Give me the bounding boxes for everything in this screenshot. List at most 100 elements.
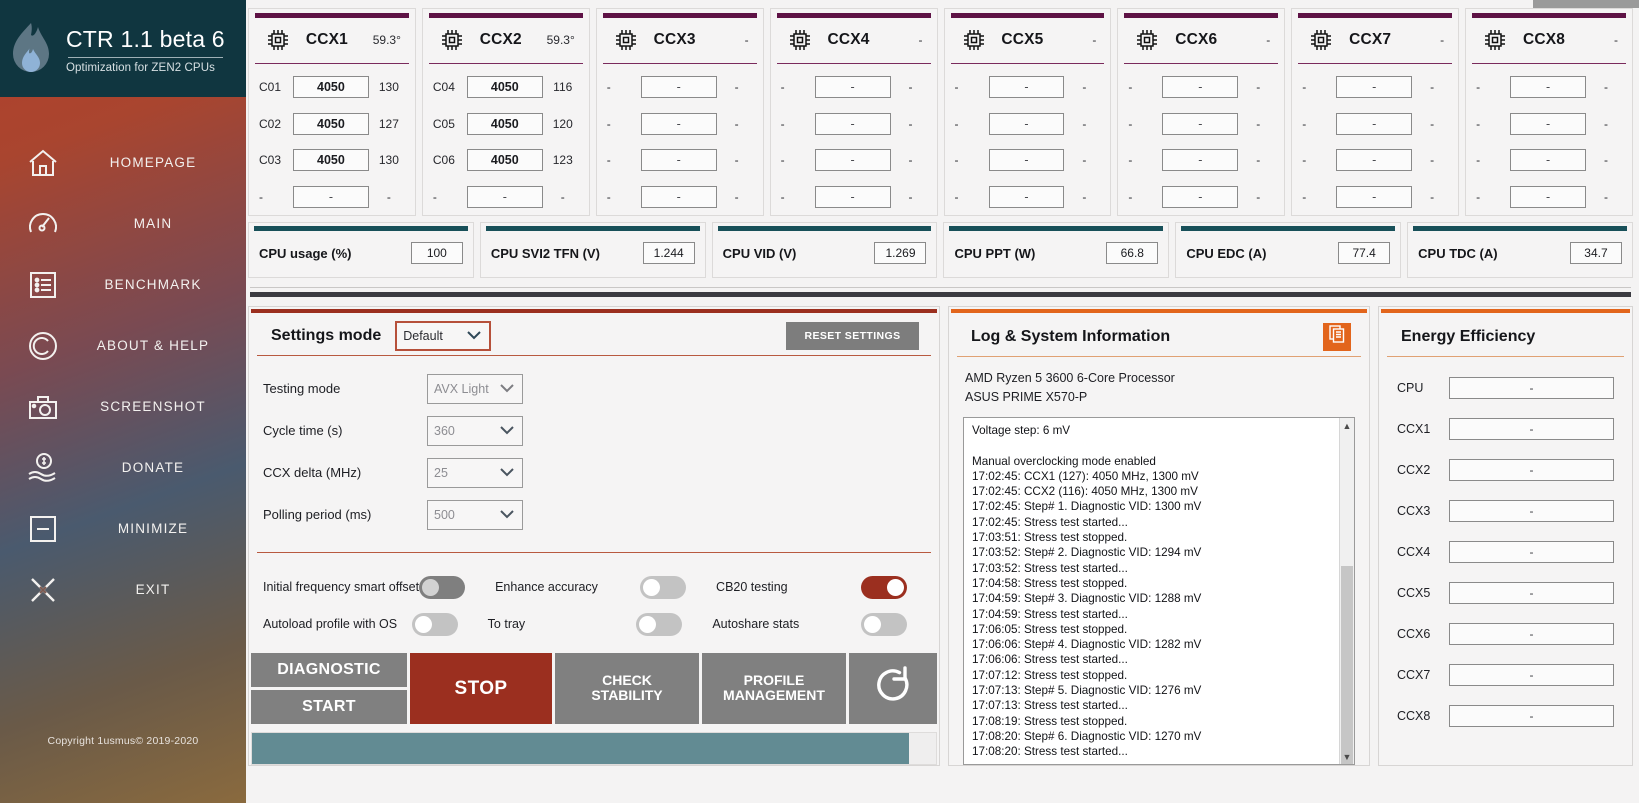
core-frequency-field[interactable]: - [814, 185, 891, 208]
toggle-autoshare-stats[interactable] [861, 612, 908, 636]
ccx-core-row: - - - [1472, 179, 1626, 216]
core-frequency-field[interactable]: 4050 [293, 76, 369, 99]
settings-mode-dropdown[interactable]: Default [395, 320, 492, 351]
ccx-core-row: - - - [951, 142, 1105, 179]
core-frequency-field[interactable]: - [1510, 76, 1586, 99]
ccx-core-row: - - - [1298, 106, 1452, 143]
core-frequency-field[interactable]: - [1510, 149, 1586, 172]
testing-mode-dropdown[interactable]: AVX Light [427, 373, 523, 404]
sidebar-item-screenshot[interactable]: SCREENSHOT [0, 376, 246, 437]
toggle-to-tray[interactable] [636, 612, 683, 636]
scroll-down-icon[interactable]: ▼ [1340, 749, 1354, 764]
core-frequency-field[interactable]: - [640, 112, 717, 135]
core-frequency-field[interactable]: 4050 [466, 112, 543, 135]
sidebar-item-benchmark[interactable]: BENCHMARK [0, 254, 246, 315]
refresh-button[interactable] [849, 652, 937, 725]
ccx-delta-dropdown[interactable]: 25 [427, 457, 523, 488]
settings-title: Settings mode [271, 326, 382, 344]
log-line: 17:07:13: Step# 5. Diagnostic VID: 1276 … [972, 684, 1202, 698]
core-frequency-field[interactable]: - [1336, 149, 1413, 172]
core-frequency-field[interactable]: - [814, 149, 891, 172]
sidebar-item-minimize[interactable]: MINIMIZE [0, 498, 246, 559]
profile-management-button[interactable]: PROFILE MANAGEMENT [702, 652, 846, 725]
exit-cross-icon [0, 575, 86, 605]
ccx-core-row: - - - [1124, 106, 1278, 143]
core-frequency-field[interactable]: - [988, 112, 1065, 135]
core-frequency-field[interactable]: - [988, 76, 1065, 99]
core-frequency-field[interactable]: - [1336, 76, 1413, 99]
toggle-initial-frequency-smart-offset[interactable] [419, 575, 466, 599]
scroll-up-icon[interactable]: ▲ [1340, 418, 1354, 433]
divider-thick-bar [250, 292, 1631, 297]
core-frequency-field[interactable]: - [1510, 112, 1586, 135]
core-frequency-field[interactable]: - [988, 149, 1065, 172]
core-frequency-field[interactable]: - [640, 76, 717, 99]
copy-log-button[interactable] [1323, 322, 1351, 351]
core-frequency-field[interactable]: - [640, 149, 717, 172]
core-frequency-field[interactable]: - [1510, 185, 1586, 208]
core-frequency-field[interactable]: - [1162, 112, 1239, 135]
refresh-icon [872, 665, 914, 712]
sidebar-item-label: EXIT [135, 582, 171, 597]
core-frequency-field[interactable]: - [988, 185, 1065, 208]
stat-accent-bar [1181, 226, 1396, 231]
diagnostic-button[interactable]: DIAGNOSTIC [251, 652, 407, 687]
home-icon [0, 148, 86, 178]
sidebar-item-main[interactable]: MAIN [0, 193, 246, 254]
ccx-card: CCX2 59.3° C04 4050 116 C05 4050 120 C06… [421, 8, 590, 216]
core-frequency-field[interactable]: - [814, 112, 891, 135]
sidebar-item-exit[interactable]: EXIT [0, 559, 246, 620]
toggle-enhance-accuracy[interactable] [640, 575, 687, 599]
cpu-chip-icon [1306, 28, 1336, 52]
app-title: CTR 1.1 beta 6 [66, 25, 225, 52]
stat-label: CPU usage (%) [259, 245, 352, 261]
sidebar-item-donate[interactable]: DONATE [0, 437, 246, 498]
core-value: 130 [378, 153, 399, 168]
sidebar-item-homepage[interactable]: HOMEPAGE [0, 132, 246, 193]
core-frequency-field[interactable]: - [1162, 185, 1239, 208]
settings-toggles: Initial frequency smart offset Enhance a… [257, 551, 931, 643]
sidebar-item-about-help[interactable]: ABOUT & HELP [0, 315, 246, 376]
sidebar-nav: HOMEPAGE MAIN BENCHMARK ABOUT & HELP SCR… [0, 132, 246, 620]
polling-period-dropdown[interactable]: 500 [427, 499, 523, 530]
scrollbar-thumb[interactable] [1341, 566, 1353, 764]
brand-text: CTR 1.1 beta 6 Optimization for ZEN2 CPU… [62, 24, 225, 74]
log-output-box[interactable]: Voltage step: 6 mV Manual overclocking m… [963, 417, 1355, 765]
core-frequency-field[interactable]: - [466, 185, 543, 208]
log-scrollbar[interactable]: ▲ ▼ [1339, 418, 1354, 764]
reset-settings-button[interactable]: RESET SETTINGS [786, 321, 919, 350]
toggle-autoload-profile-with-os[interactable] [411, 612, 458, 636]
check-stability-button[interactable]: CHECK STABILITY [555, 652, 699, 725]
main-content: CCX1 59.3° C01 4050 130 C02 4050 127 C03… [246, 0, 1639, 803]
start-button[interactable]: START [251, 689, 407, 725]
toggle-cb20-testing[interactable] [861, 575, 907, 599]
ccx-core-row: C02 4050 127 [255, 106, 409, 143]
ccx-core-rows: - - - - - - - - - - - - [1118, 64, 1284, 215]
core-frequency-field[interactable]: - [1162, 149, 1239, 172]
cycle-time-dropdown[interactable]: 360 [427, 415, 523, 446]
core-frequency-field[interactable]: 4050 [293, 112, 369, 135]
ccx-temperature: - [744, 33, 749, 48]
ccx-temperature: - [918, 33, 923, 48]
core-frequency-field[interactable]: 4050 [466, 149, 543, 172]
toggle-knob [643, 578, 661, 596]
core-frequency-field[interactable]: - [640, 185, 717, 208]
stat-accent-bar [254, 226, 468, 231]
stat-value: 1.269 [874, 242, 927, 264]
setting-label: Cycle time (s) [263, 423, 343, 439]
stop-button[interactable]: STOP [410, 652, 552, 725]
core-frequency-field[interactable]: 4050 [466, 76, 543, 99]
log-line: 17:07:13: Stress test started... [972, 699, 1128, 713]
copyright-text: Copyright 1usmus© 2019-2020 [47, 735, 199, 747]
toggle-cell-autoload-profile-with-os: Autoload profile with OS [257, 606, 482, 643]
core-frequency-field[interactable]: - [814, 76, 891, 99]
core-frequency-field[interactable]: - [1336, 112, 1413, 135]
core-frequency-field[interactable]: - [293, 185, 369, 208]
core-frequency-field[interactable]: - [1336, 185, 1413, 208]
core-frequency-field[interactable]: - [1162, 76, 1239, 99]
energy-value: - [1449, 540, 1614, 563]
chevron-down-icon [498, 426, 516, 435]
core-frequency-field[interactable]: 4050 [293, 149, 369, 172]
core-value: - [734, 80, 739, 95]
ccx-core-row: - - - [1124, 69, 1278, 106]
